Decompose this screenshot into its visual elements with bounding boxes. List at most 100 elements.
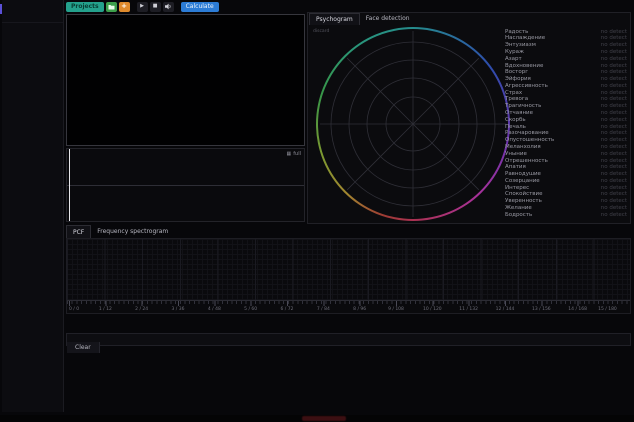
emotion-value: no detect bbox=[601, 97, 627, 103]
bottom-strip bbox=[0, 415, 634, 422]
clear-bar: Clear bbox=[66, 333, 631, 346]
waveform-baseline bbox=[67, 185, 304, 186]
play-button[interactable]: ▶ bbox=[137, 2, 148, 12]
emotion-name: Апатия bbox=[505, 165, 526, 171]
speaker-icon bbox=[165, 3, 172, 10]
emotion-value: no detect bbox=[601, 64, 627, 70]
playhead-line[interactable] bbox=[69, 149, 70, 221]
right-panel-tabs: Psychogram Face detection bbox=[309, 13, 416, 25]
emotion-name: Бодрость bbox=[505, 213, 532, 219]
emotion-value: no detect bbox=[601, 84, 627, 90]
axis-tick-label: 2 / 24 bbox=[135, 307, 148, 312]
emotion-value: no detect bbox=[601, 206, 627, 212]
emotion-value: no detect bbox=[601, 192, 627, 198]
axis-labels: 0 / 0 1 / 12 2 / 24 3 / 36 4 / 48 5 / 60… bbox=[69, 301, 614, 314]
emotion-value: no detect bbox=[601, 145, 627, 151]
full-scale-label: full bbox=[293, 151, 301, 157]
polar-grid bbox=[316, 27, 510, 221]
emotion-value: no detect bbox=[601, 70, 627, 76]
axis-tick-label: 11 / 132 bbox=[459, 307, 478, 312]
tab-pcf[interactable]: PCF bbox=[66, 225, 91, 238]
clear-button[interactable]: Clear bbox=[67, 342, 100, 353]
emotion-row[interactable]: Скорбь no detect bbox=[505, 117, 627, 124]
emotion-value: no detect bbox=[601, 199, 627, 205]
emotion-name: Вдохновение bbox=[505, 64, 543, 70]
emotion-name: Меланхолия bbox=[505, 145, 541, 151]
emotion-name: Печаль bbox=[505, 125, 526, 131]
plus-icon: + bbox=[121, 3, 127, 10]
psychogram-chart bbox=[316, 27, 510, 221]
emotion-name: Желание bbox=[505, 206, 532, 212]
axis-tick-label: 10 / 120 bbox=[423, 307, 442, 312]
emotion-value: no detect bbox=[601, 138, 627, 144]
emotion-name: Равнодушие bbox=[505, 172, 541, 178]
stop-button[interactable]: ■ bbox=[150, 2, 161, 12]
emotion-value: no detect bbox=[601, 179, 627, 185]
emotion-value: no detect bbox=[601, 77, 627, 83]
axis-tick-label: 12 / 144 bbox=[496, 307, 515, 312]
emotion-value: no detect bbox=[601, 172, 627, 178]
emotion-name: Отрешенность bbox=[505, 159, 548, 165]
stop-icon: ■ bbox=[153, 4, 158, 9]
emotion-name: Тревога bbox=[505, 97, 528, 103]
audio-button[interactable] bbox=[163, 2, 174, 12]
axis-tick-label: 15 / 180 bbox=[598, 307, 617, 312]
emotion-name: Радость bbox=[505, 30, 528, 36]
add-button[interactable]: + bbox=[119, 2, 130, 12]
emotion-value: no detect bbox=[601, 118, 627, 124]
axis-tick-label: 3 / 36 bbox=[172, 307, 185, 312]
emotion-value: no detect bbox=[601, 125, 627, 131]
axis-tick-label: 0 / 0 bbox=[69, 307, 79, 312]
time-axis: 0 / 0 1 / 12 2 / 24 3 / 36 4 / 48 5 / 60… bbox=[67, 300, 630, 314]
emotion-value: no detect bbox=[601, 57, 627, 63]
emotion-name: Наслаждение bbox=[505, 36, 545, 42]
emotion-value: no detect bbox=[601, 104, 627, 110]
emotion-name: Разочарование bbox=[505, 131, 549, 137]
grid-icon: ▦ bbox=[287, 151, 292, 157]
emotion-value: no detect bbox=[601, 165, 627, 171]
emotion-name: Спокойствие bbox=[505, 192, 543, 198]
emotion-row[interactable]: Уныние no detect bbox=[505, 151, 627, 158]
emotion-name: Уныние bbox=[505, 152, 527, 158]
emotion-value: no detect bbox=[601, 213, 627, 219]
emotion-value: no detect bbox=[601, 50, 627, 56]
emotion-name: Эйфория bbox=[505, 77, 531, 83]
axis-tick-label: 6 / 72 bbox=[281, 307, 294, 312]
emotion-name: Уверенность bbox=[505, 199, 542, 205]
emotion-name: Созерцание bbox=[505, 179, 540, 185]
axis-tick-label: 5 / 60 bbox=[244, 307, 257, 312]
spectrogram-grid bbox=[67, 239, 630, 300]
emotion-value: no detect bbox=[601, 43, 627, 49]
axis-tick-label: 4 / 48 bbox=[208, 307, 221, 312]
emotion-name: Опустошенность bbox=[505, 138, 554, 144]
emotion-value: no detect bbox=[601, 186, 627, 192]
emotion-name: Агрессивность bbox=[505, 84, 548, 90]
axis-tick-label: 14 / 168 bbox=[568, 307, 587, 312]
psychogram-panel: Psychogram Face detection discard bbox=[307, 12, 631, 224]
open-project-button[interactable] bbox=[106, 2, 117, 12]
emotion-row[interactable]: Азарт no detect bbox=[505, 56, 627, 63]
emotion-row[interactable]: Бодрость no detect bbox=[505, 212, 627, 219]
projects-button[interactable]: Projects bbox=[66, 2, 104, 12]
tab-frequency-spectrogram[interactable]: Frequency spectrogram bbox=[91, 225, 174, 238]
emotion-value: no detect bbox=[601, 91, 627, 97]
axis-tick-label: 1 / 12 bbox=[99, 307, 112, 312]
tab-face-detection[interactable]: Face detection bbox=[360, 13, 416, 25]
toolbar: Projects + ▶ ■ Calculate bbox=[66, 1, 219, 12]
axis-tick-label: 7 / 84 bbox=[317, 307, 330, 312]
emotion-value: no detect bbox=[601, 159, 627, 165]
emotion-name: Кураж bbox=[505, 50, 524, 56]
emotion-value: no detect bbox=[601, 30, 627, 36]
waveform-panel: ▦ full bbox=[66, 148, 305, 222]
play-icon: ▶ bbox=[140, 4, 144, 9]
folder-icon bbox=[108, 4, 115, 10]
projects-sidebar[interactable] bbox=[2, 0, 64, 412]
full-scale-toggle[interactable]: ▦ full bbox=[287, 151, 301, 157]
calculate-button[interactable]: Calculate bbox=[181, 2, 219, 12]
emotion-value: no detect bbox=[601, 36, 627, 42]
spectrogram-panel: 0 / 0 1 / 12 2 / 24 3 / 36 4 / 48 5 / 60… bbox=[66, 238, 631, 314]
bottom-logo-mark bbox=[302, 416, 346, 421]
axis-tick-label: 9 / 108 bbox=[388, 307, 404, 312]
tab-psychogram[interactable]: Psychogram bbox=[309, 13, 360, 25]
emotion-value: no detect bbox=[601, 152, 627, 158]
